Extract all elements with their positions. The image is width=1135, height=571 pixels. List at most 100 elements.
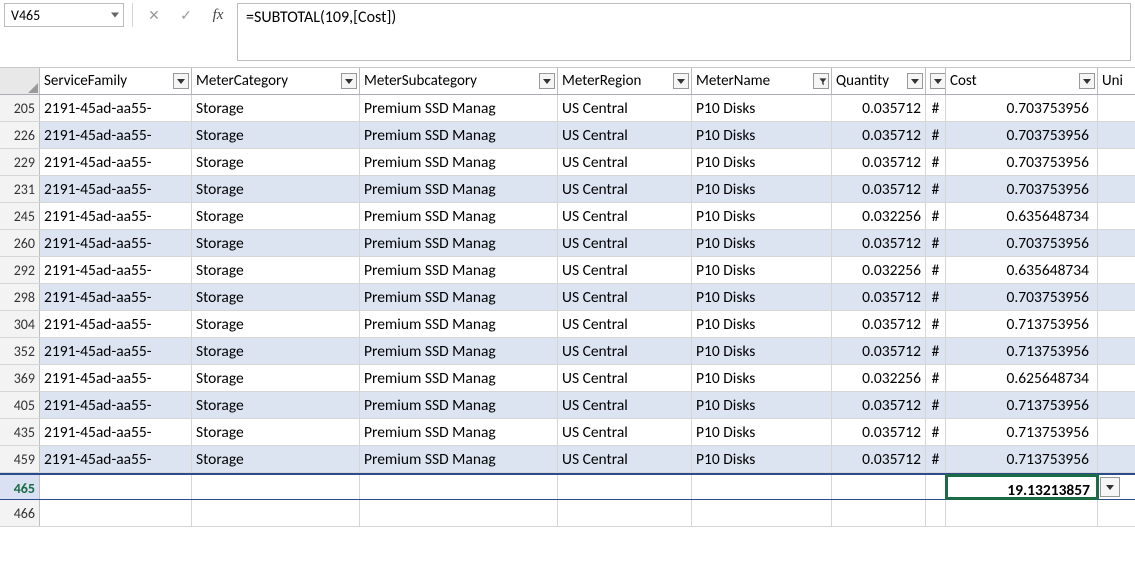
cell[interactable] [192, 500, 360, 526]
cell-service-family[interactable]: 2191-45ad-aa55- [40, 176, 192, 202]
cell-meter-name[interactable]: P10 Disks [692, 257, 832, 283]
cell-meter-region[interactable]: US Central [558, 311, 692, 337]
cell-hash[interactable]: # [926, 176, 946, 202]
cell[interactable] [1098, 95, 1135, 121]
row-number[interactable]: 465 [0, 475, 40, 499]
cell[interactable] [1098, 122, 1135, 148]
cell[interactable] [1098, 149, 1135, 175]
cell-meter-subcategory[interactable]: Premium SSD Manag [360, 284, 558, 310]
cell-meter-region[interactable]: US Central [558, 257, 692, 283]
chevron-down-icon[interactable] [111, 13, 119, 18]
cell[interactable] [946, 500, 1098, 526]
cell-cost[interactable]: 0.713753956 [946, 446, 1098, 472]
cell-quantity[interactable]: 0.035712 [832, 419, 926, 445]
cell[interactable] [40, 475, 192, 499]
cell-service-family[interactable]: 2191-45ad-aa55- [40, 257, 192, 283]
cell-hash[interactable]: # [926, 365, 946, 391]
cell-cost[interactable]: 0.703753956 [946, 230, 1098, 256]
cell[interactable] [1098, 392, 1135, 418]
cell-service-family[interactable]: 2191-45ad-aa55- [40, 446, 192, 472]
cell[interactable] [1098, 230, 1135, 256]
cell-cost[interactable]: 0.625648734 [946, 365, 1098, 391]
cell-quantity[interactable]: 0.035712 [832, 284, 926, 310]
cell[interactable] [360, 475, 558, 499]
cell[interactable] [1098, 338, 1135, 364]
cell-quantity[interactable]: 0.035712 [832, 392, 926, 418]
cell-meter-name[interactable]: P10 Disks [692, 203, 832, 229]
cell-hash[interactable]: # [926, 95, 946, 121]
filter-button[interactable] [673, 73, 689, 89]
cell-quantity[interactable]: 0.032256 [832, 257, 926, 283]
col-meter-region[interactable]: MeterRegion [558, 68, 692, 94]
row-number[interactable]: 466 [0, 500, 40, 526]
cell-meter-region[interactable]: US Central [558, 392, 692, 418]
cell-service-family[interactable]: 2191-45ad-aa55- [40, 149, 192, 175]
cell[interactable] [1098, 419, 1135, 445]
cell-cost[interactable]: 0.713753956 [946, 419, 1098, 445]
col-quantity[interactable]: Quantity [832, 68, 926, 94]
cell-service-family[interactable]: 2191-45ad-aa55- [40, 365, 192, 391]
cell-quantity[interactable]: 0.035712 [832, 95, 926, 121]
cell-quantity[interactable]: 0.032256 [832, 203, 926, 229]
cell-meter-region[interactable]: US Central [558, 284, 692, 310]
cell[interactable] [1098, 446, 1135, 472]
cell-cost[interactable]: 0.713753956 [946, 338, 1098, 364]
cell-meter-name[interactable]: P10 Disks [692, 95, 832, 121]
cell-meter-subcategory[interactable]: Premium SSD Manag [360, 446, 558, 472]
cell-service-family[interactable]: 2191-45ad-aa55- [40, 419, 192, 445]
cell-meter-region[interactable]: US Central [558, 95, 692, 121]
row-number[interactable]: 245 [0, 203, 40, 229]
cell-hash[interactable]: # [926, 338, 946, 364]
cell-quantity[interactable]: 0.035712 [832, 446, 926, 472]
cell-quantity[interactable]: 0.035712 [832, 176, 926, 202]
row-number[interactable]: 231 [0, 176, 40, 202]
cell-cost[interactable]: 0.703753956 [946, 176, 1098, 202]
cell-quantity[interactable]: 0.035712 [832, 122, 926, 148]
cell[interactable] [192, 475, 360, 499]
filter-button[interactable] [1079, 73, 1095, 89]
fx-button[interactable]: fx [205, 3, 231, 27]
cell[interactable] [926, 475, 946, 499]
cell-hash[interactable]: # [926, 446, 946, 472]
row-number[interactable]: 298 [0, 284, 40, 310]
cell-meter-category[interactable]: Storage [192, 122, 360, 148]
cell-hash[interactable]: # [926, 203, 946, 229]
cell-meter-category[interactable]: Storage [192, 338, 360, 364]
cell-meter-category[interactable]: Storage [192, 176, 360, 202]
cell-meter-subcategory[interactable]: Premium SSD Manag [360, 203, 558, 229]
cell-meter-subcategory[interactable]: Premium SSD Manag [360, 365, 558, 391]
row-number[interactable]: 292 [0, 257, 40, 283]
row-number[interactable]: 352 [0, 338, 40, 364]
cell-meter-name[interactable]: P10 Disks [692, 365, 832, 391]
cell-meter-category[interactable]: Storage [192, 95, 360, 121]
cell-meter-region[interactable]: US Central [558, 149, 692, 175]
cell-meter-category[interactable]: Storage [192, 365, 360, 391]
cell-meter-category[interactable]: Storage [192, 149, 360, 175]
cell-meter-subcategory[interactable]: Premium SSD Manag [360, 338, 558, 364]
cell-cost[interactable]: 0.703753956 [946, 284, 1098, 310]
cell-meter-category[interactable]: Storage [192, 284, 360, 310]
cell-meter-name[interactable]: P10 Disks [692, 284, 832, 310]
cell[interactable] [926, 500, 946, 526]
cell-meter-name[interactable]: P10 Disks [692, 230, 832, 256]
cell-quantity[interactable]: 0.032256 [832, 365, 926, 391]
accept-button[interactable]: ✓ [173, 3, 199, 27]
row-number[interactable]: 260 [0, 230, 40, 256]
col-meter-subcategory[interactable]: MeterSubcategory [360, 68, 558, 94]
cell-meter-region[interactable]: US Central [558, 446, 692, 472]
cell-service-family[interactable]: 2191-45ad-aa55- [40, 284, 192, 310]
cell-hash[interactable]: # [926, 122, 946, 148]
cell-hash[interactable]: # [926, 284, 946, 310]
row-number[interactable]: 459 [0, 446, 40, 472]
cell-cost[interactable]: 0.703753956 [946, 149, 1098, 175]
cell[interactable] [558, 500, 692, 526]
cell-meter-category[interactable]: Storage [192, 446, 360, 472]
cell-cost[interactable]: 0.635648734 [946, 203, 1098, 229]
cell-service-family[interactable]: 2191-45ad-aa55- [40, 338, 192, 364]
cell-cost[interactable]: 0.713753956 [946, 392, 1098, 418]
cell[interactable] [558, 475, 692, 499]
cell-service-family[interactable]: 2191-45ad-aa55- [40, 392, 192, 418]
cell-meter-subcategory[interactable]: Premium SSD Manag [360, 311, 558, 337]
cell-meter-region[interactable]: US Central [558, 365, 692, 391]
cell[interactable] [1098, 257, 1135, 283]
